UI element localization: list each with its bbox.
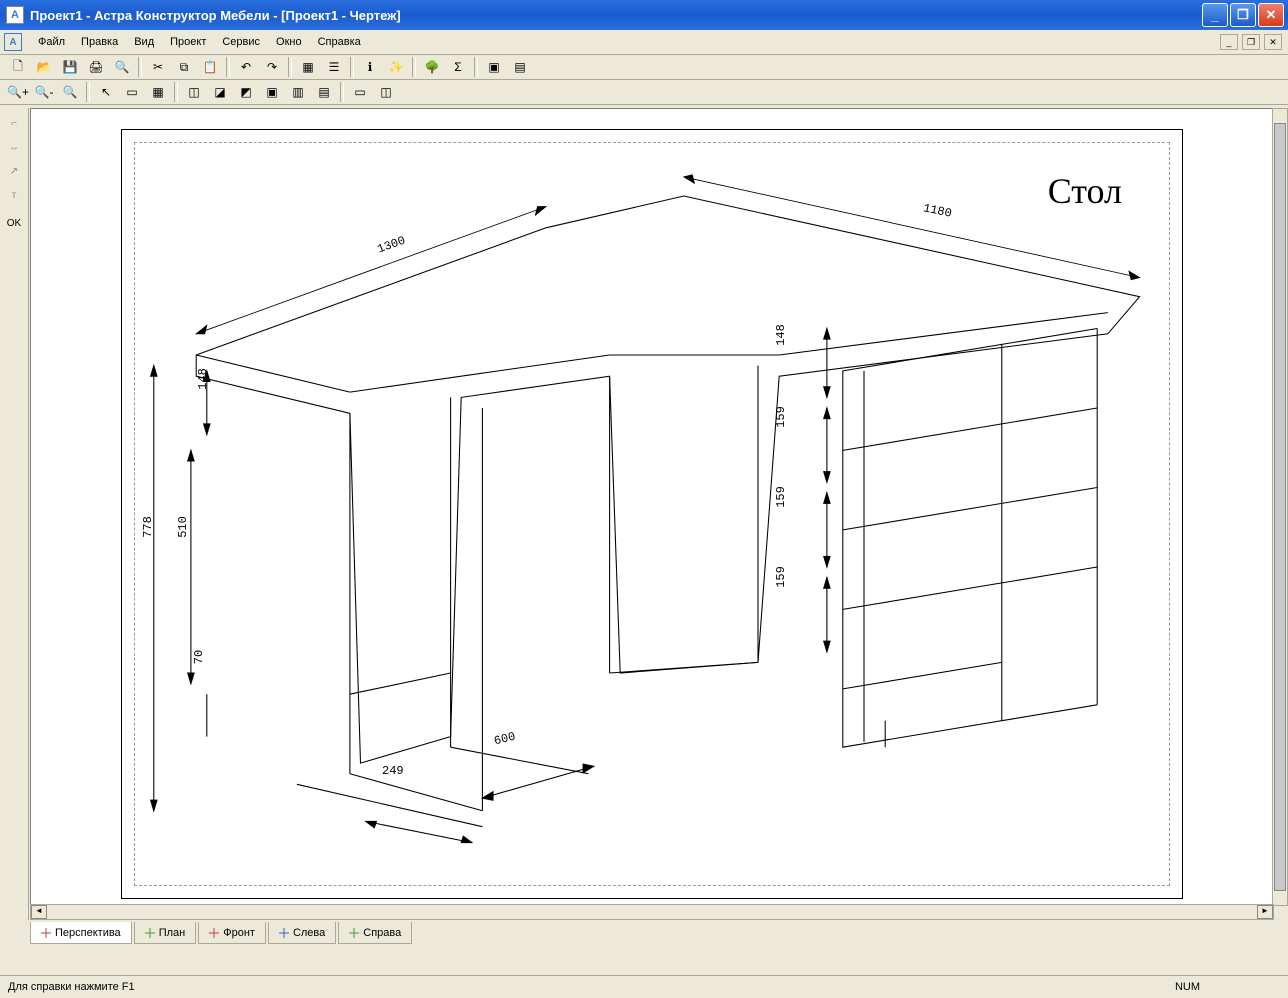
dim-height-total: 778 — [141, 516, 155, 538]
tab-label: План — [159, 927, 186, 939]
pointer-icon[interactable]: ↖ — [94, 80, 118, 104]
print-icon[interactable]: 🖨 — [84, 55, 108, 79]
tree-icon[interactable]: 🌳 — [420, 55, 444, 79]
dim-148-right: 148 — [774, 324, 788, 346]
tab-label: Фронт — [223, 927, 255, 939]
tab-перспектива[interactable]: Перспектива — [30, 922, 132, 944]
undo-icon[interactable]: ↶ — [234, 55, 258, 79]
zoom-out-icon[interactable]: 🔍- — [32, 80, 56, 104]
menu-сервис[interactable]: Сервис — [214, 33, 268, 51]
tab-marker-icon — [209, 928, 219, 938]
menu-вид[interactable]: Вид — [126, 33, 162, 51]
save-icon[interactable]: 💾 — [58, 55, 82, 79]
menu-проект[interactable]: Проект — [162, 33, 214, 51]
scroll-right-button[interactable]: ► — [1257, 905, 1273, 919]
move-tool-icon[interactable]: ↔ — [3, 136, 25, 158]
cut-icon[interactable]: ✂ — [146, 55, 170, 79]
tab-label: Перспектива — [55, 927, 121, 939]
drawing-canvas[interactable]: Стол — [30, 108, 1274, 920]
mdi-restore-button[interactable]: ❐ — [1242, 34, 1260, 50]
sel-all-icon[interactable]: ▦ — [146, 80, 170, 104]
view-tabs: Перспектива План Фронт Слева Справа — [30, 922, 412, 944]
dim-510: 510 — [176, 516, 190, 538]
zoom-in-icon[interactable]: 🔍+ — [6, 80, 30, 104]
tab-label: Слева — [293, 927, 325, 939]
maximize-button[interactable]: ❐ — [1230, 3, 1256, 27]
mdi-close-button[interactable]: ✕ — [1264, 34, 1282, 50]
dim-70: 70 — [192, 650, 206, 664]
left-toolbar: ⌐ ↔ ↗ т OK — [0, 108, 29, 920]
tab-marker-icon — [349, 928, 359, 938]
ok-button[interactable]: OK — [3, 212, 25, 234]
open-icon[interactable]: 📂 — [32, 55, 56, 79]
scroll-left-button[interactable]: ◄ — [31, 905, 47, 919]
toolbar-view: 🔍+🔍-🔍↖▭▦◫◪◩▣▥▤▭◫ — [0, 80, 1288, 105]
dim-249: 249 — [382, 764, 404, 778]
tab-marker-icon — [145, 928, 155, 938]
tab-план[interactable]: План — [134, 922, 197, 944]
app-icon: A — [6, 6, 24, 24]
zoom-fit-icon[interactable]: 🔍 — [58, 80, 82, 104]
3d-box3-icon[interactable]: ◩ — [234, 80, 258, 104]
toolbar-main: 🗋📂💾🖨🔍 ✂⧉📋 ↶↷ ▦☰ ℹ✨ 🌳Σ ▣▤ — [0, 55, 1288, 80]
dim-148-left: 148 — [196, 368, 210, 390]
3d-box6-icon[interactable]: ▤ — [312, 80, 336, 104]
prefs-icon[interactable]: ☰ — [322, 55, 346, 79]
menubar: A ФайлПравкаВидПроектСервисОкноСправка _… — [0, 30, 1288, 55]
wand-icon[interactable]: ✨ — [384, 55, 408, 79]
menu-правка[interactable]: Правка — [73, 33, 126, 51]
item2-icon[interactable]: ▤ — [508, 55, 532, 79]
document-icon[interactable]: A — [4, 33, 22, 51]
panel1-icon[interactable]: ▭ — [348, 80, 372, 104]
3d-box1-icon[interactable]: ◫ — [182, 80, 206, 104]
sigma-icon[interactable]: Σ — [446, 55, 470, 79]
tab-marker-icon — [279, 928, 289, 938]
dim-159c: 159 — [774, 566, 788, 588]
dim-159a: 159 — [774, 406, 788, 428]
paste-icon[interactable]: 📋 — [198, 55, 222, 79]
status-bar: Для справки нажмите F1 NUM — [0, 975, 1288, 998]
mdi-minimize-button[interactable]: _ — [1220, 34, 1238, 50]
status-numlock: NUM — [1175, 981, 1200, 993]
3d-box2-icon[interactable]: ◪ — [208, 80, 232, 104]
text-tool-icon[interactable]: т — [3, 184, 25, 206]
close-button[interactable]: ✕ — [1258, 3, 1284, 27]
menu-справка[interactable]: Справка — [310, 33, 369, 51]
vertical-scrollbar[interactable] — [1272, 108, 1288, 906]
horizontal-scrollbar[interactable]: ◄ ► — [30, 904, 1274, 920]
panel2-icon[interactable]: ◫ — [374, 80, 398, 104]
desk-drawing — [122, 130, 1182, 898]
tab-label: Справа — [363, 927, 401, 939]
info-icon[interactable]: ℹ — [358, 55, 382, 79]
copy-icon[interactable]: ⧉ — [172, 55, 196, 79]
new-icon[interactable]: 🗋 — [6, 55, 30, 79]
sel-rect-icon[interactable]: ▭ — [120, 80, 144, 104]
window-title: Проект1 - Астра Конструктор Мебели - [Пр… — [30, 8, 1202, 23]
drawing-frame: Стол — [121, 129, 1183, 899]
tab-справа[interactable]: Справа — [338, 922, 412, 944]
corner-tool-icon[interactable]: ⌐ — [3, 112, 25, 134]
menu-окно[interactable]: Окно — [268, 33, 310, 51]
tab-слева[interactable]: Слева — [268, 922, 336, 944]
titlebar: A Проект1 - Астра Конструктор Мебели - [… — [0, 0, 1288, 30]
grid-icon[interactable]: ▦ — [296, 55, 320, 79]
preview-icon[interactable]: 🔍 — [110, 55, 134, 79]
dim-159b: 159 — [774, 486, 788, 508]
item1-icon[interactable]: ▣ — [482, 55, 506, 79]
redo-icon[interactable]: ↷ — [260, 55, 284, 79]
menu-файл[interactable]: Файл — [30, 33, 73, 51]
tab-marker-icon — [41, 928, 51, 938]
tab-фронт[interactable]: Фронт — [198, 922, 266, 944]
minimize-button[interactable]: _ — [1202, 3, 1228, 27]
3d-box4-icon[interactable]: ▣ — [260, 80, 284, 104]
arrow-tool-icon[interactable]: ↗ — [3, 160, 25, 182]
status-help-text: Для справки нажмите F1 — [8, 981, 135, 993]
3d-box5-icon[interactable]: ▥ — [286, 80, 310, 104]
